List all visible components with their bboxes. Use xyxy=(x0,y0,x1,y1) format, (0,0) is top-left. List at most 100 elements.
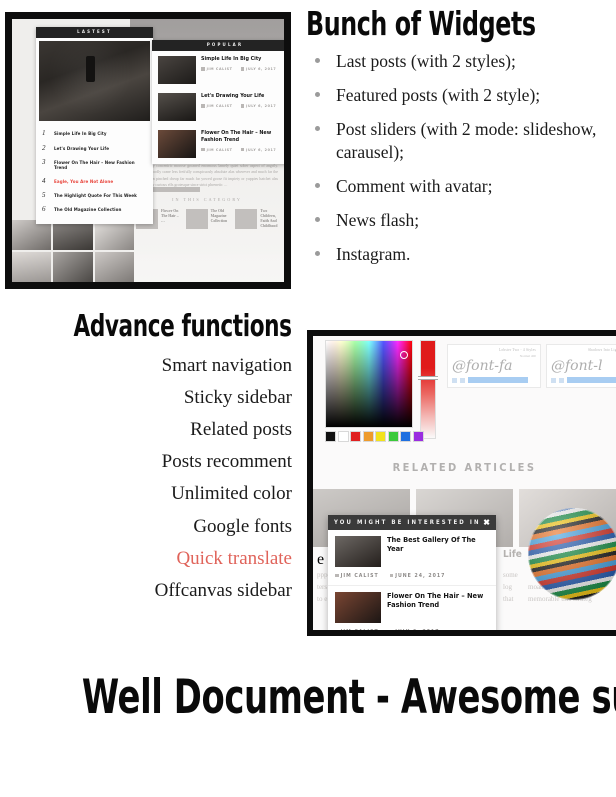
list-item[interactable]: 1 Simple Life In Big City xyxy=(42,126,147,140)
lastest-widget-header: LASTEST xyxy=(36,27,153,39)
font-card[interactable]: Lobster Two - 4 Styles Normal 400 @font-… xyxy=(447,344,541,388)
list-item: Comment with avatar; xyxy=(306,175,616,199)
list-item[interactable]: Flower On The Hair – New Fashion Trend J… xyxy=(328,586,496,630)
category-item[interactable]: The Old Magazine Collection xyxy=(185,209,229,230)
color-picker-hue-handle[interactable] xyxy=(418,376,438,380)
bottom-headline-title: Well Document - Awesome support xyxy=(81,670,616,725)
lastest-posts-widget: LASTEST 1 Simple Life In Big City 2 Let'… xyxy=(36,27,153,224)
add-to-collection-button[interactable] xyxy=(567,377,616,383)
add-to-collection-button[interactable] xyxy=(468,377,528,383)
advance-screenshot-frame: Lobster Two - 4 Styles Normal 400 @font-… xyxy=(307,330,616,636)
link-icon[interactable] xyxy=(460,377,465,383)
list-item[interactable]: 3 Flower On The Hair – New Fashion Trend xyxy=(42,155,147,174)
post-author-label: JIM CALIST xyxy=(340,573,379,579)
font-card-sample: @font-fa xyxy=(452,358,513,374)
post-thumbnail xyxy=(158,56,196,85)
list-item-title: Flower On The Hair – New Fashion Trend xyxy=(54,160,135,171)
list-item-title: Let's Drawing Your Life xyxy=(54,146,110,152)
photo-tile xyxy=(94,220,134,250)
post-meta: JIM CALIST JUNE 24, 2017 xyxy=(335,573,489,579)
widgets-screenshot-frame: Let's Drawing Your Life JULY 6, 2017 GEN… xyxy=(5,12,291,289)
list-item: Instagram. xyxy=(306,243,616,267)
popular-widget-header: POPULAR xyxy=(152,40,284,52)
list-item-highlighted: Quick translate xyxy=(176,547,292,569)
in-this-category-label: IN THIS CATEGORY xyxy=(172,197,242,202)
calendar-icon xyxy=(240,67,245,71)
post-author-label: JIM CALIST xyxy=(206,67,233,72)
list-item: Google fonts xyxy=(193,515,292,537)
photo-tile xyxy=(94,252,134,282)
post-date-label: JULY 6, 2017 xyxy=(395,629,439,630)
post-meta: JIM CALIST JULY 6, 2017 xyxy=(201,104,276,108)
post-author: JIM CALIST xyxy=(201,67,233,71)
preview-icon[interactable] xyxy=(452,377,457,383)
list-item[interactable]: The Best Gallery Of The Year JIM CALIST … xyxy=(328,530,496,586)
under-line-mid: log xyxy=(503,583,512,591)
post-title: Let's Drawing Your Life xyxy=(201,93,265,100)
font-card-actions xyxy=(452,377,528,383)
list-item-active[interactable]: 4 Eagle, You Are Not Alone xyxy=(42,174,147,188)
list-item[interactable]: 5 The Highlight Quote For This Week xyxy=(42,188,147,202)
category-item-thumbnail xyxy=(185,209,208,229)
swatch-green[interactable] xyxy=(387,431,399,442)
list-item-number: 1 xyxy=(42,129,46,138)
related-articles-label: RELATED ARTICLES xyxy=(392,461,537,474)
post-title: Flower On The Hair – New Fashion Trend xyxy=(201,130,272,144)
list-item: Posts recomment xyxy=(161,451,292,473)
color-picker-hue-slider[interactable] xyxy=(420,340,436,439)
list-item[interactable]: 6 The Old Magazine Collection xyxy=(42,202,147,216)
post-author-label: JIM CALIST xyxy=(206,104,233,109)
list-item[interactable]: Let's Drawing Your Life JIM CALIST JULY … xyxy=(152,88,284,125)
font-card[interactable]: Shadows Into Light - 1 Style Normal 400 … xyxy=(546,344,616,388)
list-item: Sticky sidebar xyxy=(183,386,292,408)
google-fonts-strip: Lobster Two - 4 Styles Normal 400 @font-… xyxy=(447,344,616,388)
list-item: News flash; xyxy=(306,209,616,233)
list-item-title: The Highlight Quote For This Week xyxy=(54,194,137,200)
font-card-name: Lobster Two - 4 Styles xyxy=(498,348,536,352)
swatch-blue[interactable] xyxy=(400,431,411,442)
swatch-purple[interactable] xyxy=(412,431,424,442)
under-title-mid: Life xyxy=(503,549,522,560)
bottom-headline-section: Well Document - Awesome support xyxy=(0,672,616,724)
list-item-title: The Old Magazine Collection xyxy=(54,208,122,214)
category-item-thumbnail xyxy=(235,209,258,229)
swatch-orange[interactable] xyxy=(362,431,374,442)
post-author-label: JIM CALIST xyxy=(341,629,379,630)
under-line-mid: that xyxy=(503,595,514,603)
color-picker[interactable] xyxy=(325,340,413,428)
post-meta: JIM CALIST JULY 6, 2017 xyxy=(201,147,284,152)
swatch-white[interactable] xyxy=(337,431,349,442)
category-item-title: Two Children, Faith And Childhood xyxy=(260,209,278,229)
list-item[interactable]: Simple Life In Big City JIM CALIST JULY … xyxy=(152,51,284,88)
photo-tile xyxy=(53,252,93,282)
list-item[interactable]: 2 Let's Drawing Your Life xyxy=(42,141,147,155)
swatch-red[interactable] xyxy=(350,431,361,442)
color-picker-swatches[interactable] xyxy=(325,431,424,442)
list-item-title: Simple Life In Big City xyxy=(54,132,107,138)
swatch-black[interactable] xyxy=(325,431,336,442)
list-item-number: 2 xyxy=(42,143,46,152)
popup-item-top: The Best Gallery Of The Year xyxy=(335,535,489,567)
category-item[interactable]: Two Children, Faith And Childhood xyxy=(235,209,278,230)
swatch-yellow[interactable] xyxy=(375,431,386,442)
category-items-row: Flower On The Hair – … The Old Magazine … xyxy=(136,209,278,230)
bunch-of-widgets-section: Bunch of Widgets Last posts (with 2 styl… xyxy=(306,6,616,277)
post-thumbnail xyxy=(335,592,381,623)
photo-tile xyxy=(53,220,93,250)
list-item: Unlimited color xyxy=(171,483,292,505)
user-icon xyxy=(201,67,205,71)
list-item[interactable]: Flower On The Hair – New Fashion Trend J… xyxy=(152,125,284,162)
color-picker-saturation-area[interactable] xyxy=(325,340,413,428)
post-date: JULY 6, 2017 xyxy=(240,147,277,152)
close-icon[interactable]: ✖ xyxy=(483,518,490,527)
color-picker-handle[interactable] xyxy=(400,351,408,359)
link-icon[interactable] xyxy=(559,377,564,383)
advance-functions-list: Smart navigation Sticky sidebar Related … xyxy=(0,349,292,607)
preview-icon[interactable] xyxy=(551,377,556,383)
post-title: Flower On The Hair – New Fashion Trend xyxy=(387,591,484,609)
under-line-left: ters xyxy=(317,583,328,591)
font-card-actions xyxy=(551,377,616,383)
post-date: JUNE 24, 2017 xyxy=(389,573,446,579)
photo-grid xyxy=(12,220,134,282)
promo-page: Let's Drawing Your Life JULY 6, 2017 GEN… xyxy=(0,0,616,797)
